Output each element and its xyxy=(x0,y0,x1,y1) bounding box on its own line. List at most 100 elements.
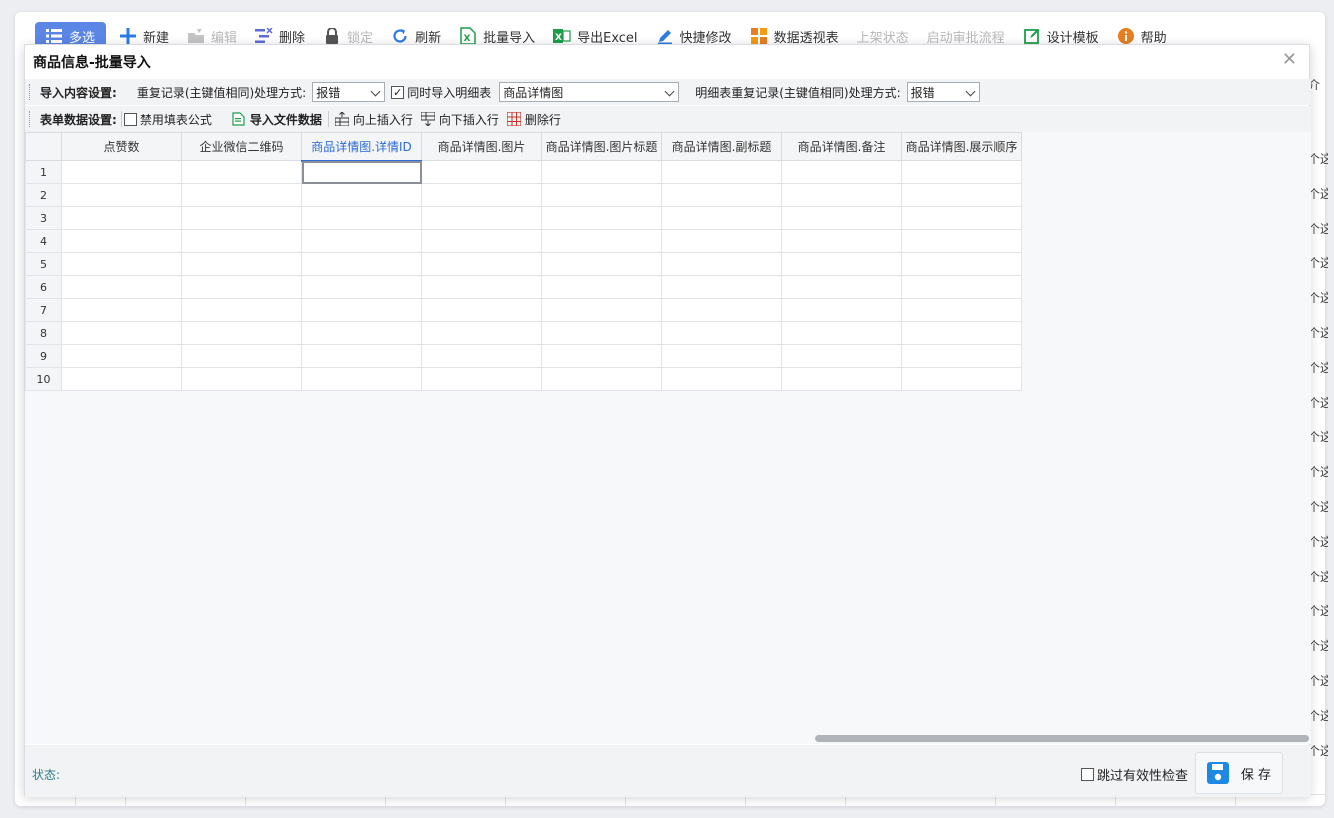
grid-cell[interactable] xyxy=(301,206,422,230)
grid-cell[interactable] xyxy=(301,275,422,299)
grid-cell[interactable] xyxy=(421,275,542,299)
grid-cell[interactable] xyxy=(901,252,1022,276)
column-header[interactable]: 商品详情图.副标题 xyxy=(661,132,782,161)
grid-cell[interactable] xyxy=(781,206,902,230)
grid-cell[interactable] xyxy=(301,229,422,253)
detail-duplicate-select[interactable]: 报错 xyxy=(906,82,980,102)
grid-cell[interactable] xyxy=(901,206,1022,230)
disable-formula-checkbox[interactable] xyxy=(123,112,137,126)
grid-cell[interactable] xyxy=(901,183,1022,207)
column-header[interactable]: 企业微信二维码 xyxy=(181,132,302,161)
grid-cell[interactable] xyxy=(181,298,302,322)
grid-cell[interactable] xyxy=(781,160,902,184)
column-header[interactable]: 商品详情图.备注 xyxy=(781,132,902,161)
delete-row-button[interactable]: 删除行 xyxy=(506,111,561,128)
grid-cell[interactable] xyxy=(421,229,542,253)
grid-cell[interactable] xyxy=(61,344,182,368)
grid-cell[interactable] xyxy=(61,229,182,253)
grid-cell[interactable] xyxy=(541,321,662,345)
grid-cell[interactable] xyxy=(301,298,422,322)
grid-cell[interactable] xyxy=(181,275,302,299)
import-file-button[interactable]: 导入文件数据 xyxy=(232,111,322,128)
insert-above-button[interactable]: 向上插入行 xyxy=(334,111,413,128)
grid-cell[interactable] xyxy=(541,160,662,184)
grid-cell[interactable] xyxy=(541,275,662,299)
grid-cell[interactable] xyxy=(781,344,902,368)
grid-cell[interactable] xyxy=(181,367,302,391)
detail-table-select[interactable]: 商品详情图 xyxy=(499,82,680,102)
column-header[interactable]: 商品详情图.详情ID xyxy=(301,132,422,162)
grid-cell[interactable] xyxy=(661,321,782,345)
column-header[interactable]: 商品详情图.图片标题 xyxy=(541,132,662,161)
grid-cell[interactable] xyxy=(421,160,542,184)
grid-cell[interactable] xyxy=(61,275,182,299)
grid-cell[interactable] xyxy=(781,229,902,253)
grid-cell[interactable] xyxy=(661,160,782,184)
grid-cell[interactable] xyxy=(901,321,1022,345)
grid-cell[interactable] xyxy=(661,344,782,368)
grid-cell[interactable] xyxy=(781,321,902,345)
grid-cell[interactable] xyxy=(781,367,902,391)
grid-cell[interactable] xyxy=(781,275,902,299)
grid-cell[interactable] xyxy=(781,252,902,276)
grid-cell[interactable] xyxy=(541,298,662,322)
grid-cell[interactable] xyxy=(661,298,782,322)
grid-cell[interactable] xyxy=(661,252,782,276)
grid-cell[interactable] xyxy=(181,252,302,276)
grid-cell[interactable] xyxy=(661,367,782,391)
grid-cell[interactable] xyxy=(301,321,422,345)
column-header[interactable]: 商品详情图.展示顺序 xyxy=(901,132,1022,161)
insert-below-button[interactable]: 向下插入行 xyxy=(420,111,499,128)
grid-cell[interactable] xyxy=(61,252,182,276)
skip-validation-control[interactable]: 跳过有效性检查 xyxy=(1081,765,1188,784)
grid-cell[interactable] xyxy=(421,344,542,368)
grid-cell[interactable] xyxy=(421,206,542,230)
grid-cell[interactable] xyxy=(181,183,302,207)
grid-cell[interactable] xyxy=(901,367,1022,391)
grid-cell[interactable] xyxy=(901,229,1022,253)
grid-cell[interactable] xyxy=(181,206,302,230)
column-header[interactable]: 商品详情图.图片 xyxy=(421,132,542,161)
grid-cell[interactable] xyxy=(301,344,422,368)
grid-cell[interactable] xyxy=(541,183,662,207)
grid-cell[interactable] xyxy=(61,298,182,322)
skip-validation-checkbox[interactable] xyxy=(1081,768,1094,781)
grid-cell[interactable] xyxy=(61,160,182,184)
grid-cell[interactable] xyxy=(301,252,422,276)
grid-cell[interactable] xyxy=(181,229,302,253)
grid-cell[interactable] xyxy=(541,367,662,391)
grid-cell[interactable] xyxy=(901,160,1022,184)
grid-cell[interactable] xyxy=(421,252,542,276)
grid-cell[interactable] xyxy=(301,367,422,391)
grid-cell[interactable] xyxy=(301,160,422,184)
grid-cell[interactable] xyxy=(301,183,422,207)
grid-cell[interactable] xyxy=(541,206,662,230)
grid-cell[interactable] xyxy=(181,160,302,184)
save-button[interactable]: 保 存 xyxy=(1195,752,1283,794)
grid-cell[interactable] xyxy=(781,183,902,207)
grid-cell[interactable] xyxy=(421,321,542,345)
duplicate-handling-select[interactable]: 报错 xyxy=(312,82,386,102)
grid-cell[interactable] xyxy=(661,275,782,299)
grid-cell[interactable] xyxy=(901,275,1022,299)
grid-cell[interactable] xyxy=(421,183,542,207)
grid-cell[interactable] xyxy=(61,206,182,230)
horizontal-scrollbar[interactable] xyxy=(815,735,1309,742)
grid-cell[interactable] xyxy=(901,344,1022,368)
close-icon[interactable]: ✕ xyxy=(1282,49,1297,70)
grid-cell[interactable] xyxy=(901,298,1022,322)
grid-cell[interactable] xyxy=(661,183,782,207)
grid-cell[interactable] xyxy=(541,229,662,253)
grid-cell[interactable] xyxy=(181,321,302,345)
grid-cell[interactable] xyxy=(541,252,662,276)
grid-cell[interactable] xyxy=(421,298,542,322)
grid-cell[interactable] xyxy=(61,321,182,345)
grid-cell[interactable] xyxy=(61,367,182,391)
column-header[interactable]: 点赞数 xyxy=(61,132,182,161)
grid-cell[interactable] xyxy=(661,206,782,230)
grid-cell[interactable] xyxy=(421,367,542,391)
import-detail-checkbox[interactable]: ✓ xyxy=(391,85,405,99)
grid-cell[interactable] xyxy=(541,344,662,368)
grid-cell[interactable] xyxy=(781,298,902,322)
grid-cell[interactable] xyxy=(61,183,182,207)
